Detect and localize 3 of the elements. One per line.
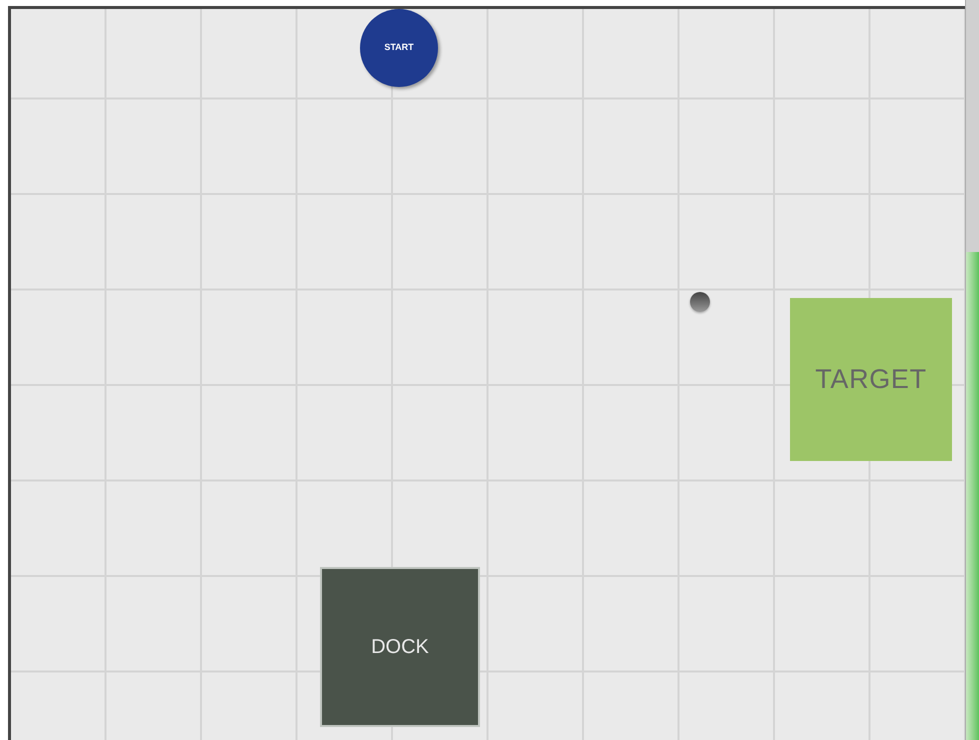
target-zone: TARGET <box>790 298 952 461</box>
dock-zone: DOCK <box>320 567 480 727</box>
start-button[interactable]: START <box>360 9 438 87</box>
